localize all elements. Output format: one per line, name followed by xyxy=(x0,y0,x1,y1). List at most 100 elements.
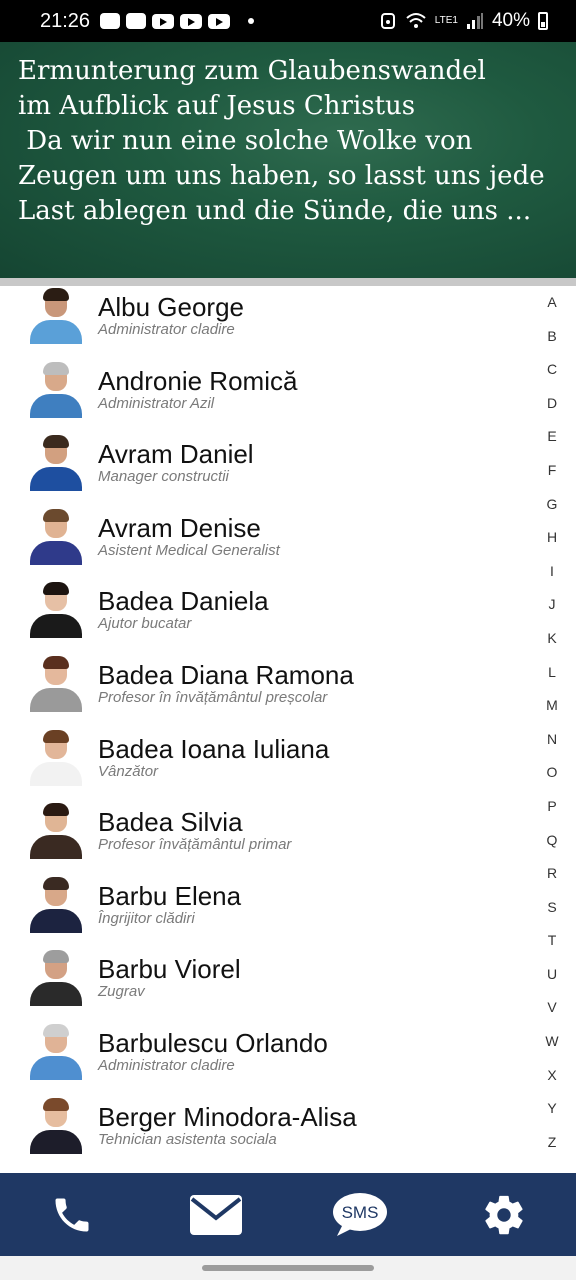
alphabet-letter[interactable]: Z xyxy=(548,1134,557,1168)
contact-avatar xyxy=(28,1097,84,1154)
gear-icon xyxy=(485,1195,523,1234)
avatar-body xyxy=(30,467,82,492)
youtube-icon xyxy=(208,13,231,29)
contact-avatar xyxy=(28,803,84,860)
contact-name: Barbulescu Orlando xyxy=(98,1027,328,1058)
contact-row[interactable]: Avram Daniel Manager constructii xyxy=(0,433,540,507)
alphabet-letter[interactable]: N xyxy=(547,731,557,765)
avatar-hair xyxy=(43,1023,69,1037)
avatar-hair xyxy=(43,1097,69,1111)
contact-info: Andronie Romică Administrator Azil xyxy=(98,366,297,412)
avatar-body xyxy=(30,320,82,344)
contact-role: Manager constructii xyxy=(98,468,229,486)
alphabet-letter[interactable]: R xyxy=(547,865,557,899)
settings-button[interactable] xyxy=(464,1185,544,1245)
contact-role: Îngrijitor clădiri xyxy=(98,909,195,927)
sms-label: SMS xyxy=(342,1203,379,1222)
contact-avatar xyxy=(28,1023,84,1080)
alphabet-letter[interactable]: M xyxy=(546,697,558,731)
avatar-hair xyxy=(43,508,69,522)
contact-row[interactable]: Barbu Viorel Zugrav xyxy=(0,948,540,1022)
battery-percent: 40% xyxy=(491,10,530,31)
contact-row[interactable]: Berger Minodora-Alisa Tehnician asistenta… xyxy=(0,1096,540,1170)
contact-info: Badea Daniela Ajutor bucatar xyxy=(98,586,269,632)
contact-row[interactable]: Badea Ioana Iuliana Vânzător xyxy=(0,728,540,802)
sms-bubble-icon: SMS xyxy=(333,1192,387,1236)
alphabet-letter[interactable]: H xyxy=(547,529,557,563)
alphabet-letter[interactable]: O xyxy=(547,764,558,798)
contact-avatar xyxy=(28,655,84,712)
contact-row[interactable]: Badea Daniela Ajutor bucatar xyxy=(0,580,540,654)
avatar-body xyxy=(30,1055,82,1080)
contact-row[interactable]: Avram Denise Asistent Medical Generalist xyxy=(0,507,540,581)
alphabet-letter[interactable]: B xyxy=(547,328,556,362)
alphabet-letter[interactable]: U xyxy=(547,966,557,1000)
contact-info: Avram Denise Asistent Medical Generalist xyxy=(98,513,280,559)
contact-row[interactable]: Barbu Elena Îngrijitor clădiri xyxy=(0,875,540,949)
contact-row[interactable]: Badea Silvia Profesor învățământul primar xyxy=(0,801,540,875)
alphabet-letter[interactable]: E xyxy=(547,428,556,462)
alphabet-letter[interactable]: G xyxy=(547,496,558,530)
email-button[interactable] xyxy=(176,1185,256,1245)
app-notification-icon xyxy=(126,13,147,29)
contact-list[interactable]: Albu George Administrator cladire Andronie… xyxy=(0,286,540,1173)
alphabet-index[interactable]: ABCDEFGHIJKLMNOPQRSTUVWXYZ xyxy=(540,286,564,1173)
contact-name: Badea Silvia xyxy=(98,807,243,838)
alphabet-letter[interactable]: F xyxy=(548,462,557,496)
contact-role: Zugrav xyxy=(98,983,145,1001)
contact-row[interactable]: Albu George Administrator cladire xyxy=(0,286,540,360)
verse-banner[interactable]: Ermunterung zum Glaubenswandel im Aufbli… xyxy=(0,42,576,278)
alphabet-letter[interactable]: L xyxy=(548,664,556,698)
alphabet-letter[interactable]: Y xyxy=(547,1100,556,1134)
avatar-body xyxy=(30,1129,82,1154)
contact-name: Badea Ioana Iuliana xyxy=(98,733,330,764)
contact-info: Albu George Administrator cladire xyxy=(98,292,244,338)
contact-name: Badea Daniela xyxy=(98,586,269,617)
contact-name: Andronie Romică xyxy=(98,365,298,396)
contact-role: Administrator cladire xyxy=(98,321,235,338)
contact-role: Profesor în învățământul preșcolar xyxy=(98,688,328,706)
alphabet-letter[interactable]: S xyxy=(547,899,556,933)
alphabet-letter[interactable]: Q xyxy=(547,832,558,866)
contact-avatar xyxy=(28,508,84,565)
contact-info: Berger Minodora-Alisa Tehnician asistenta… xyxy=(98,1102,357,1148)
status-time: 21:26 xyxy=(40,9,91,32)
call-button[interactable] xyxy=(32,1185,112,1245)
youtube-icon xyxy=(152,13,175,29)
alphabet-letter[interactable]: D xyxy=(547,395,557,429)
contact-row[interactable]: Barbulescu Orlando Administrator cladire xyxy=(0,1022,540,1096)
banner-divider xyxy=(0,278,576,286)
home-gesture-handle[interactable] xyxy=(202,1265,374,1271)
contact-info: Badea Ioana Iuliana Vânzător xyxy=(98,734,329,780)
contact-avatar xyxy=(28,582,84,639)
avatar-body xyxy=(30,982,82,1007)
contact-row[interactable]: Andronie Romică Administrator Azil xyxy=(0,360,540,434)
alphabet-letter[interactable]: I xyxy=(550,563,554,597)
avatar-hair xyxy=(43,876,69,890)
vpn-icon xyxy=(380,13,395,29)
system-nav-bar xyxy=(0,1256,576,1280)
contact-info: Barbulescu Orlando Administrator cladire xyxy=(98,1028,328,1074)
notification-icons xyxy=(100,13,255,29)
contact-row[interactable]: Badea Diana Ramona Profesor în învățământ… xyxy=(0,654,540,728)
contact-role: Ajutor bucatar xyxy=(98,615,192,633)
contact-avatar xyxy=(28,950,84,1007)
sms-button[interactable]: SMS xyxy=(320,1185,400,1245)
more-notifications-icon xyxy=(248,18,255,24)
alphabet-letter[interactable]: K xyxy=(547,630,556,664)
alphabet-letter[interactable]: W xyxy=(545,1033,558,1067)
contact-role: Tehnician asistenta sociala xyxy=(98,1130,277,1148)
avatar-body xyxy=(30,835,82,860)
contact-role: Vânzător xyxy=(98,762,159,780)
alphabet-letter[interactable]: P xyxy=(547,798,556,832)
alphabet-letter[interactable]: X xyxy=(547,1067,556,1101)
alphabet-letter[interactable]: J xyxy=(549,596,556,630)
contact-info: Avram Daniel Manager constructii xyxy=(98,439,254,485)
alphabet-letter[interactable]: V xyxy=(547,999,556,1033)
app-notification-icon xyxy=(100,13,121,29)
alphabet-letter[interactable]: C xyxy=(547,361,557,395)
contact-info: Barbu Viorel Zugrav xyxy=(98,954,241,1000)
avatar-hair xyxy=(43,435,69,449)
alphabet-letter[interactable]: T xyxy=(548,932,557,966)
alphabet-letter[interactable]: A xyxy=(547,294,556,328)
